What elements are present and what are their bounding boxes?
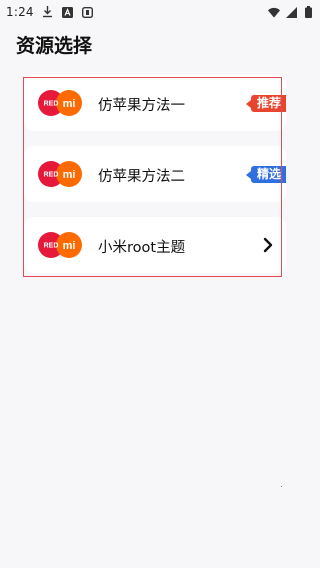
option-label: 仿苹果方法一 <box>98 98 185 114</box>
option-card-method-1[interactable]: RED mi 仿苹果方法一 推荐 <box>24 75 286 131</box>
option-label: 小米root主题 <box>98 240 186 256</box>
featured-badge: 精选 <box>245 166 286 183</box>
option-card-method-2[interactable]: RED mi 仿苹果方法二 精选 <box>24 146 286 202</box>
status-time: 1:24 <box>6 5 34 19</box>
wifi-icon <box>268 6 280 18</box>
logo-mi-text: mi <box>63 240 76 252</box>
download-icon <box>42 6 54 18</box>
logo-red-text: RED <box>44 243 59 250</box>
dot-artifact <box>281 486 282 487</box>
recommend-badge: 推荐 <box>245 95 286 112</box>
status-bar: 1:24 <box>0 0 320 24</box>
option-card-root-theme[interactable]: RED mi 小米root主题 <box>24 217 286 273</box>
logo-mi-text: mi <box>63 98 76 110</box>
battery-icon <box>302 6 314 18</box>
logo-red-text: RED <box>44 172 59 179</box>
chevron-right-icon[interactable] <box>262 236 274 254</box>
cellular-icon <box>285 6 297 18</box>
a-box-icon <box>62 6 74 18</box>
logo-red-text: RED <box>44 101 59 108</box>
logo-mi-text: mi <box>63 169 76 181</box>
redmi-logo: RED mi <box>38 90 82 116</box>
page-title: 资源选择 <box>16 35 93 57</box>
status-bar-left: 1:24 <box>6 5 94 19</box>
option-label: 仿苹果方法二 <box>98 169 185 185</box>
status-bar-right <box>268 6 314 18</box>
redmi-logo: RED mi <box>38 232 82 258</box>
d-box-icon <box>82 6 94 18</box>
redmi-logo: RED mi <box>38 161 82 187</box>
